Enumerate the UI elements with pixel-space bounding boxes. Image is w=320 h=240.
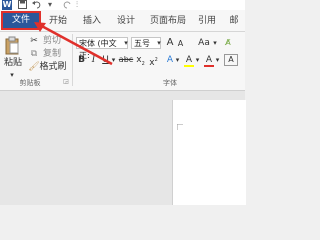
tab-insert[interactable]: 插入 <box>76 13 108 29</box>
change-case-button[interactable]: Aa <box>197 37 211 49</box>
clipboard-launcher-icon[interactable]: ◲ <box>62 76 70 88</box>
paste-icon[interactable] <box>4 36 20 56</box>
tab-design[interactable]: 设计 <box>110 13 142 29</box>
cut-button[interactable]: 剪切 <box>40 35 64 47</box>
subscript-button[interactable]: x2 <box>135 54 146 67</box>
grow-font-button[interactable]: A <box>165 37 175 49</box>
text-effects-dropdown-icon[interactable]: ▾ <box>174 54 181 66</box>
customize-icon[interactable]: ⫶ <box>76 0 78 10</box>
redo-icon[interactable] <box>62 0 72 10</box>
font-name-dropdown-icon[interactable]: ▾ <box>122 37 130 49</box>
tab-home[interactable]: 开始 <box>44 13 72 29</box>
cut-icon[interactable]: ✂ <box>28 35 40 47</box>
font-size-dropdown-icon[interactable]: ▾ <box>155 37 163 49</box>
shrink-font-button[interactable]: A <box>176 38 185 50</box>
character-border-button[interactable]: A <box>224 54 238 66</box>
tab-layout[interactable]: 页面布局 <box>144 13 192 29</box>
copy-icon[interactable]: ⧉ <box>28 48 40 60</box>
tab-references[interactable]: 引用 <box>194 13 220 29</box>
highlight-button[interactable]: A <box>184 54 194 67</box>
paste-button[interactable]: 粘贴 <box>2 57 24 69</box>
tab-mailings[interactable]: 邮 <box>224 13 244 29</box>
word-logo-icon: W <box>2 0 12 10</box>
document-page[interactable] <box>172 100 246 205</box>
italic-button[interactable]: I <box>88 54 99 66</box>
undo-icon[interactable] <box>32 0 42 10</box>
strikethrough-button[interactable]: abc <box>118 54 134 66</box>
font-color-dropdown-icon[interactable]: ▾ <box>214 54 221 66</box>
font-color-button[interactable]: A <box>204 54 214 67</box>
clear-format-icon[interactable]: A̸ <box>222 37 234 49</box>
save-icon[interactable] <box>18 0 27 10</box>
ribbon: 粘贴 ▾ ✂ 剪切 ⧉ 复制 🖌 格式刷 剪贴板 ◲ 宋体 (中文正: ▾ 五号… <box>0 32 245 91</box>
copy-button[interactable]: 复制 <box>40 48 64 60</box>
font-group-label: 字体 <box>163 79 177 87</box>
underline-dropdown-icon[interactable]: ▾ <box>110 54 117 66</box>
margin-corner-icon <box>177 124 183 130</box>
highlight-dropdown-icon[interactable]: ▾ <box>194 54 201 66</box>
bold-button[interactable]: B <box>76 54 87 66</box>
group-divider <box>72 34 73 86</box>
superscript-button[interactable]: x2 <box>148 54 159 68</box>
change-case-dropdown-icon[interactable]: ▾ <box>211 37 219 49</box>
clipboard-group-label: 剪贴板 <box>19 79 41 87</box>
font-name-combo[interactable]: 宋体 (中文正: <box>76 37 128 60</box>
ribbon-tabs: 文件 开始 插入 设计 页面布局 引用 邮 <box>0 10 245 32</box>
tab-file[interactable]: 文件 <box>1 11 41 30</box>
format-painter-button[interactable]: 格式刷 <box>38 61 68 73</box>
title-bar: W ▾ ⫶ <box>0 0 245 10</box>
dropdown-icon[interactable]: ▾ <box>48 0 52 10</box>
